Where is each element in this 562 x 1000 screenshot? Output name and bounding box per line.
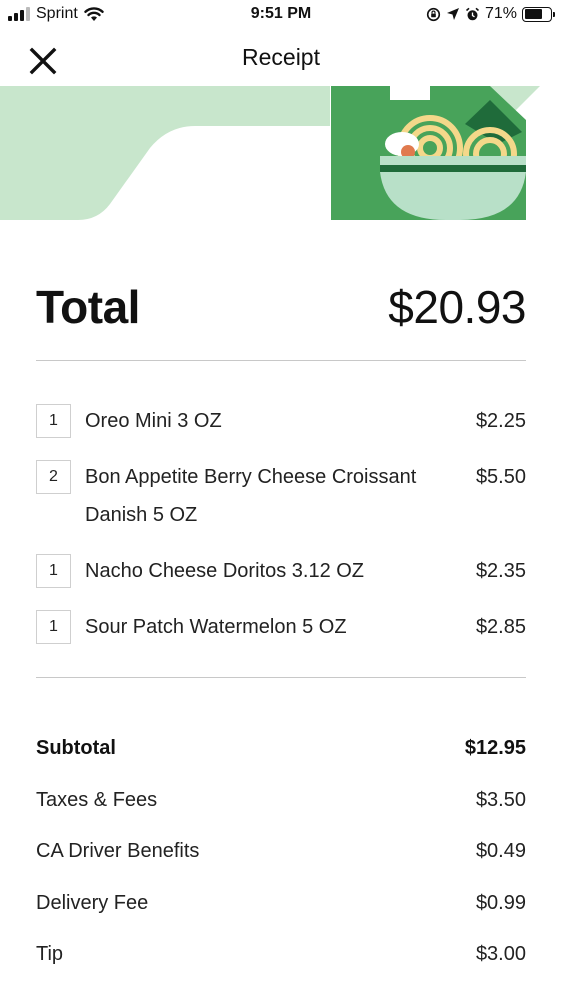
item-name: Bon Appetite Berry Cheese Croissant Dani… bbox=[85, 466, 417, 526]
summary-value: $0.49 bbox=[475, 840, 526, 863]
item-quantity: 1 bbox=[36, 610, 71, 644]
total-row: Total $20.93 bbox=[36, 280, 526, 334]
divider bbox=[36, 677, 526, 678]
summary-label: Subtotal bbox=[36, 737, 116, 760]
item-quantity: 1 bbox=[36, 404, 71, 438]
total-label: Total bbox=[36, 281, 140, 333]
driver-benefits-row: CA Driver Benefits $0.49 bbox=[36, 826, 526, 878]
tip-row: Tip $3.00 bbox=[36, 929, 526, 981]
price-summary: Subtotal $12.95 Taxes & Fees $3.50 CA Dr… bbox=[36, 723, 526, 981]
battery-level bbox=[524, 9, 543, 19]
list-item: 1 Oreo Mini 3 OZ $2.25 bbox=[36, 404, 526, 440]
alarm-icon bbox=[465, 7, 479, 20]
item-price: $5.50 bbox=[475, 466, 526, 488]
location-icon bbox=[446, 8, 459, 20]
item-quantity: 2 bbox=[36, 460, 71, 494]
restaurant-banner-illustration bbox=[0, 86, 540, 220]
item-price: $2.25 bbox=[475, 410, 526, 432]
taxes-fees-row: Taxes & Fees $3.50 bbox=[36, 775, 526, 827]
summary-value: $0.99 bbox=[475, 891, 526, 914]
summary-value: $3.50 bbox=[475, 788, 526, 811]
item-name: Nacho Cheese Doritos 3.12 OZ bbox=[85, 560, 365, 582]
status-bar: Sprint 9:51 PM 71% bbox=[0, 0, 562, 30]
order-items-list: 1 Oreo Mini 3 OZ $2.25 2 Bon Appetite Be… bbox=[36, 404, 526, 666]
item-name: Sour Patch Watermelon 5 OZ bbox=[85, 616, 347, 638]
summary-value: $3.00 bbox=[475, 943, 526, 966]
delivery-fee-row: Delivery Fee $0.99 bbox=[36, 878, 526, 930]
subtotal-row: Subtotal $12.95 bbox=[36, 723, 526, 775]
battery-percent: 71% bbox=[484, 5, 517, 22]
orientation-lock-icon bbox=[426, 7, 441, 21]
list-item: 1 Nacho Cheese Doritos 3.12 OZ $2.35 bbox=[36, 554, 526, 590]
header: Receipt bbox=[0, 36, 562, 82]
summary-value: $12.95 bbox=[464, 737, 526, 760]
battery-icon bbox=[522, 6, 555, 22]
item-price: $2.85 bbox=[475, 616, 526, 638]
item-name: Oreo Mini 3 OZ bbox=[85, 410, 222, 432]
summary-label: CA Driver Benefits bbox=[36, 840, 200, 863]
total-value: $20.93 bbox=[388, 281, 526, 333]
list-item: 1 Sour Patch Watermelon 5 OZ $2.85 bbox=[36, 610, 526, 646]
summary-label: Delivery Fee bbox=[36, 891, 149, 914]
status-right: 71% bbox=[426, 5, 555, 23]
summary-label: Tip bbox=[36, 943, 64, 966]
list-item: 2 Bon Appetite Berry Cheese Croissant Da… bbox=[36, 460, 526, 534]
item-price: $2.35 bbox=[475, 560, 526, 582]
page-title: Receipt bbox=[242, 44, 320, 70]
summary-label: Taxes & Fees bbox=[36, 788, 158, 811]
divider bbox=[36, 360, 526, 361]
item-quantity: 1 bbox=[36, 554, 71, 588]
